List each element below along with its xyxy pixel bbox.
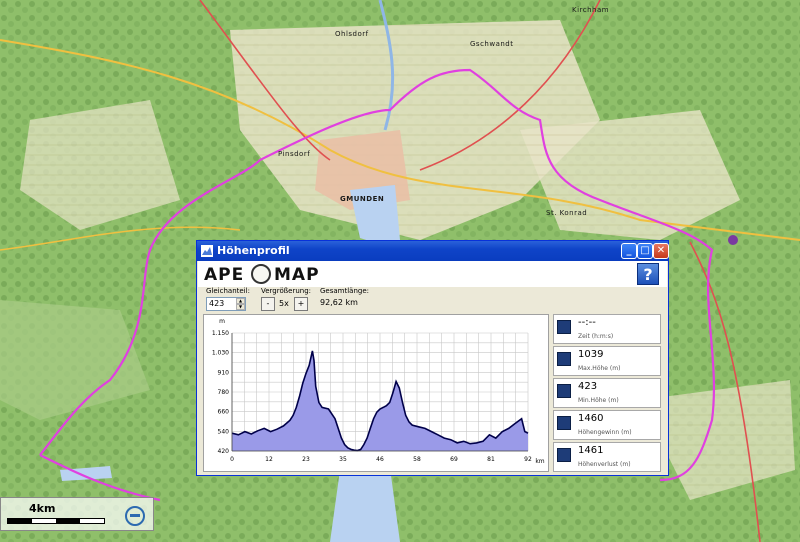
x-tick-label: 58 xyxy=(413,456,421,463)
stat-label: Min.Höhe (m) xyxy=(578,397,619,404)
stat-value: 1039 xyxy=(578,349,604,360)
x-tick-label: 81 xyxy=(487,456,495,463)
stat-descent: 1461 Höhenverlust (m) xyxy=(553,442,661,472)
stat-value: 1461 xyxy=(578,445,604,456)
logo-text-left: APE xyxy=(204,265,245,285)
close-button[interactable]: ✕ xyxy=(653,243,669,259)
elevation-profile-window: Höhenprofil _ □ ✕ APE MAP ? Gleichanteil… xyxy=(196,240,669,476)
stat-min-height: 423 Min.Höhe (m) xyxy=(553,378,661,408)
help-button[interactable]: ? xyxy=(637,263,659,285)
logo-text-right: MAP xyxy=(274,265,320,285)
descent-icon xyxy=(557,448,571,462)
elevation-chart[interactable]: 0 12 23 35 46 58 69 81 92 420 540 660 780 910 1.030 1.1… xyxy=(204,315,548,471)
y-tick-label: 420 xyxy=(218,448,230,455)
stat-max-height: 1039 Max.Höhe (m) xyxy=(553,346,661,376)
y-axis-label: m xyxy=(219,318,225,325)
smoothing-spinner[interactable]: ▲ ▼ xyxy=(236,298,245,310)
zoom-value: 5x xyxy=(279,299,289,308)
x-tick-label: 69 xyxy=(450,456,458,463)
stat-label: Höhengewinn (m) xyxy=(578,429,632,436)
total-length-label: Gesamtlänge: xyxy=(320,287,370,295)
stat-value: --:-- xyxy=(578,317,596,328)
hourglass-icon xyxy=(557,320,571,334)
y-tick-label: 660 xyxy=(218,409,230,416)
scale-line xyxy=(7,518,105,524)
title-bar[interactable]: Höhenprofil _ □ ✕ xyxy=(197,241,669,261)
total-length-value: 92,62 km xyxy=(320,298,358,307)
scale-bar: 4km xyxy=(0,497,154,531)
x-tick-label: 12 xyxy=(265,456,273,463)
minimize-button[interactable]: _ xyxy=(621,243,637,259)
stats-panel: --:-- Zeit (h:m:s) 1039 Max.Höhe (m) 423… xyxy=(553,314,661,472)
y-tick-label: 540 xyxy=(218,428,230,435)
location-marker xyxy=(728,235,738,245)
window-title: Höhenprofil xyxy=(217,244,290,257)
app-header: APE MAP ? xyxy=(198,261,667,287)
x-tick-label: 92 xyxy=(524,456,532,463)
map-label: Kirchham xyxy=(572,6,610,14)
map-label: Pinsdorf xyxy=(278,150,311,158)
x-tick-label: 46 xyxy=(376,456,384,463)
y-tick-label: 910 xyxy=(218,369,230,376)
stat-label: Max.Höhe (m) xyxy=(578,365,621,372)
map-label: Ohlsdorf xyxy=(335,30,369,38)
zoom-in-button[interactable]: + xyxy=(294,297,308,311)
min-height-icon xyxy=(557,384,571,398)
north-arrow-icon[interactable] xyxy=(125,506,145,526)
stat-time: --:-- Zeit (h:m:s) xyxy=(553,314,661,344)
y-tick-label: 1.150 xyxy=(212,330,229,337)
spin-down-icon[interactable]: ▼ xyxy=(236,304,245,310)
ascent-icon xyxy=(557,416,571,430)
y-tick-label: 1.030 xyxy=(212,350,229,357)
stat-label: Höhenverlust (m) xyxy=(578,461,631,468)
zoom-out-button[interactable]: - xyxy=(261,297,275,311)
zoom-label: Vergrößerung: xyxy=(261,287,312,295)
stat-value: 423 xyxy=(578,381,598,392)
x-tick-label: 23 xyxy=(302,456,310,463)
map-label: GMUNDEN xyxy=(340,195,385,203)
x-tick-label: 0 xyxy=(230,456,234,463)
map-label: Gschwandt xyxy=(470,40,514,48)
maximize-button[interactable]: □ xyxy=(637,243,653,259)
smoothing-label: Gleichanteil: xyxy=(206,287,250,295)
scale-label: 4km xyxy=(29,502,56,515)
map-label: St. Konrad xyxy=(546,209,588,217)
elevation-chart-panel: 0 12 23 35 46 58 69 81 92 420 540 660 780 910 1.030 1.1… xyxy=(203,314,549,472)
max-height-icon xyxy=(557,352,571,366)
stat-label: Zeit (h:m:s) xyxy=(578,333,614,340)
x-tick-label: 35 xyxy=(339,456,347,463)
monkey-face-icon xyxy=(251,264,271,284)
y-tick-label: 780 xyxy=(218,389,230,396)
stat-value: 1460 xyxy=(578,413,604,424)
x-axis-label: km xyxy=(535,458,544,465)
stat-ascent: 1460 Höhengewinn (m) xyxy=(553,410,661,440)
window-icon xyxy=(201,245,213,257)
